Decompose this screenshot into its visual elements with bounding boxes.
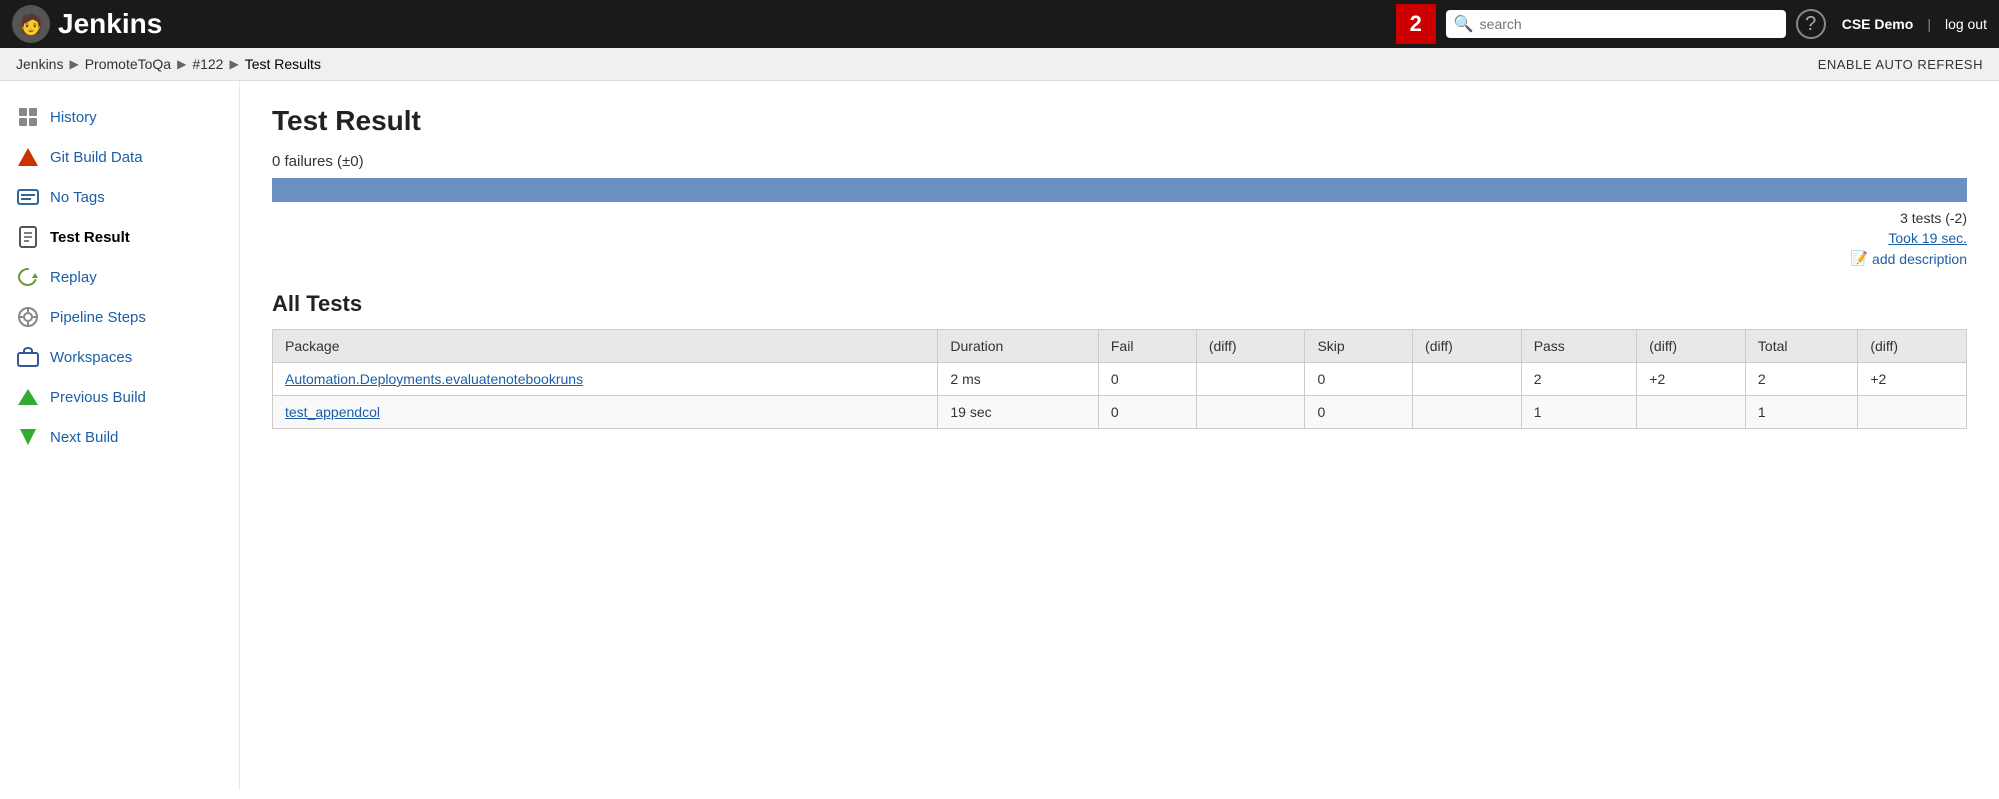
all-tests-title: All Tests: [272, 291, 1967, 317]
sidebar-item-test-result[interactable]: Test Result: [0, 217, 239, 257]
table-header: Package Duration Fail (diff) Skip (diff)…: [273, 330, 1967, 363]
sidebar-item-history[interactable]: History: [0, 97, 239, 137]
cell-total: 1: [1745, 396, 1857, 429]
cell-fail-diff: [1196, 396, 1305, 429]
breadcrumb-promotetaqa[interactable]: PromoteToQa: [85, 56, 171, 72]
col-skip: Skip: [1305, 330, 1413, 363]
cell-skip-diff: [1413, 363, 1522, 396]
edit-icon: 📝: [1851, 250, 1868, 267]
git-icon: [16, 145, 40, 169]
tests-table: Package Duration Fail (diff) Skip (diff)…: [272, 329, 1967, 429]
table-row: Automation.Deployments.evaluatenotebookr…: [273, 363, 1967, 396]
sidebar: History Git Build Data No Tags Test Resu…: [0, 81, 240, 790]
sidebar-item-previous-build[interactable]: Previous Build: [0, 377, 239, 417]
sidebar-item-next-build[interactable]: Next Build: [0, 417, 239, 457]
test-result-icon: [16, 225, 40, 249]
previous-build-icon: [16, 385, 40, 409]
breadcrumb-arrow-1: ▶: [69, 57, 78, 71]
main-content: Test Result 0 failures (±0) 3 tests (-2)…: [240, 81, 1999, 790]
stats-tests-count: 3 tests (-2): [1900, 210, 1967, 226]
breadcrumb-arrow-3: ▶: [229, 57, 238, 71]
notification-badge[interactable]: 2: [1396, 4, 1436, 44]
sidebar-item-replay[interactable]: Replay: [0, 257, 239, 297]
cell-pass-diff: [1637, 396, 1746, 429]
separator: |: [1927, 16, 1931, 32]
search-input[interactable]: [1480, 16, 1778, 32]
sidebar-label-notags: No Tags: [50, 189, 105, 206]
workspaces-icon: [16, 345, 40, 369]
sidebar-label-next: Next Build: [50, 429, 118, 446]
breadcrumb-build-number[interactable]: #122: [192, 56, 223, 72]
cell-duration: 19 sec: [938, 396, 1098, 429]
col-pass-diff: (diff): [1637, 330, 1746, 363]
col-total: Total: [1745, 330, 1857, 363]
failures-label: 0 failures (±0): [272, 153, 1967, 170]
cell-duration: 2 ms: [938, 363, 1098, 396]
next-build-icon: [16, 425, 40, 449]
sidebar-item-no-tags[interactable]: No Tags: [0, 177, 239, 217]
cell-package: test_appendcol: [273, 396, 938, 429]
cell-total-diff: [1858, 396, 1967, 429]
col-package: Package: [273, 330, 938, 363]
sidebar-item-workspaces[interactable]: Workspaces: [0, 337, 239, 377]
sidebar-label-pipeline: Pipeline Steps: [50, 309, 146, 326]
package-link[interactable]: Automation.Deployments.evaluatenotebookr…: [285, 371, 583, 387]
cell-skip: 0: [1305, 396, 1413, 429]
cell-skip-diff: [1413, 396, 1522, 429]
sidebar-label-testresult: Test Result: [50, 229, 130, 246]
cell-pass: 1: [1521, 396, 1637, 429]
progress-bar: [272, 178, 1967, 202]
breadcrumb-current: Test Results: [245, 56, 321, 72]
sidebar-label-replay: Replay: [50, 269, 97, 286]
breadcrumb: Jenkins ▶ PromoteToQa ▶ #122 ▶ Test Resu…: [0, 48, 1999, 81]
progress-bar-fill: [272, 178, 1967, 202]
cell-pass-diff: +2: [1637, 363, 1746, 396]
help-button[interactable]: ?: [1796, 9, 1826, 39]
cell-package: Automation.Deployments.evaluatenotebookr…: [273, 363, 938, 396]
jenkins-logo-text: Jenkins: [58, 8, 162, 40]
add-description-link[interactable]: 📝 add description: [1851, 250, 1967, 267]
sidebar-label-workspaces: Workspaces: [50, 349, 132, 366]
package-link[interactable]: test_appendcol: [285, 404, 380, 420]
cell-skip: 0: [1305, 363, 1413, 396]
cell-pass: 2: [1521, 363, 1637, 396]
breadcrumb-jenkins[interactable]: Jenkins: [16, 56, 63, 72]
cell-fail: 0: [1098, 396, 1196, 429]
cell-total: 2: [1745, 363, 1857, 396]
replay-icon: [16, 265, 40, 289]
sidebar-label-history: History: [50, 109, 97, 126]
cell-fail: 0: [1098, 363, 1196, 396]
search-icon: 🔍: [1454, 14, 1474, 34]
table-body: Automation.Deployments.evaluatenotebookr…: [273, 363, 1967, 429]
breadcrumb-arrow-2: ▶: [177, 57, 186, 71]
col-fail-diff: (diff): [1196, 330, 1305, 363]
page-title: Test Result: [272, 105, 1967, 137]
sidebar-label-previous: Previous Build: [50, 389, 146, 406]
jenkins-logo-icon: 🧑: [12, 5, 50, 43]
took-duration-link[interactable]: Took 19 sec.: [1888, 230, 1967, 246]
pipeline-icon: [16, 305, 40, 329]
stats-row: 3 tests (-2) Took 19 sec. 📝 add descript…: [272, 210, 1967, 267]
main-layout: History Git Build Data No Tags Test Resu…: [0, 81, 1999, 790]
jenkins-logo[interactable]: 🧑 Jenkins: [12, 5, 162, 43]
enable-auto-refresh-link[interactable]: ENABLE AUTO REFRESH: [1818, 57, 1983, 72]
cell-fail-diff: [1196, 363, 1305, 396]
sidebar-item-git-build-data[interactable]: Git Build Data: [0, 137, 239, 177]
col-total-diff: (diff): [1858, 330, 1967, 363]
sidebar-label-git: Git Build Data: [50, 149, 143, 166]
col-skip-diff: (diff): [1413, 330, 1522, 363]
user-name: CSE Demo: [1842, 16, 1914, 32]
history-icon: [16, 105, 40, 129]
col-duration: Duration: [938, 330, 1098, 363]
col-pass: Pass: [1521, 330, 1637, 363]
col-fail: Fail: [1098, 330, 1196, 363]
table-row: test_appendcol 19 sec 0 0 1 1: [273, 396, 1967, 429]
header: 🧑 Jenkins 2 🔍 ? CSE Demo | log out: [0, 0, 1999, 48]
logout-link[interactable]: log out: [1945, 16, 1987, 32]
search-box: 🔍: [1446, 10, 1786, 38]
cell-total-diff: +2: [1858, 363, 1967, 396]
sidebar-item-pipeline-steps[interactable]: Pipeline Steps: [0, 297, 239, 337]
no-tags-icon: [16, 185, 40, 209]
